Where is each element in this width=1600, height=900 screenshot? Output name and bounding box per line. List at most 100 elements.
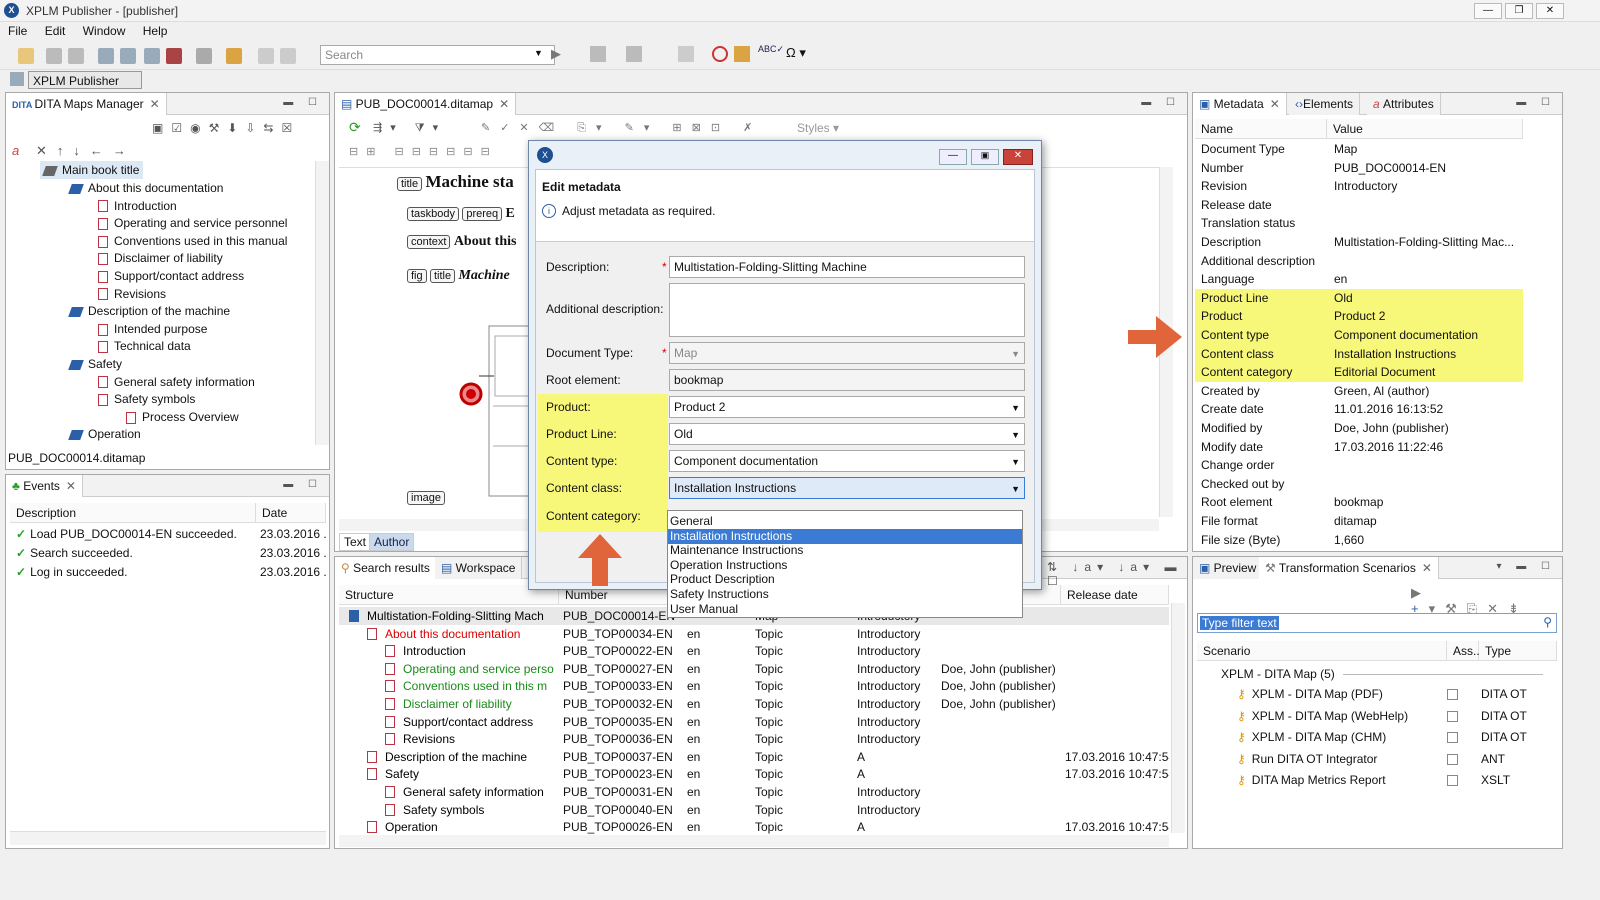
tree-chapter[interactable]: Description of the machine xyxy=(68,302,230,320)
dropdown-option[interactable]: Maintenance Instructions xyxy=(668,543,1022,558)
metadata-value[interactable]: Introductory xyxy=(1330,177,1522,195)
tab-attributes[interactable]: a Attributes xyxy=(1367,93,1441,115)
menu-file[interactable]: File xyxy=(8,22,27,40)
tools-icon[interactable] xyxy=(226,48,242,64)
tree-topic[interactable]: Disclaimer of liability xyxy=(98,249,223,267)
close-tab-icon[interactable]: ✕ xyxy=(66,479,76,493)
search-dropdown-icon[interactable]: ▼ xyxy=(534,48,543,58)
metadata-value[interactable]: bookmap xyxy=(1330,493,1522,511)
minimize-maximize-icons[interactable]: ▬ ☐ xyxy=(1141,97,1181,108)
search-column-header[interactable]: Structure xyxy=(339,585,559,605)
title-text[interactable]: Machine sta xyxy=(425,172,513,191)
tree-topic[interactable]: Process Overview xyxy=(126,408,239,426)
tree-chapter[interactable]: About this documentation xyxy=(68,179,223,197)
author-mode-tab[interactable]: Author xyxy=(369,533,415,551)
scenario-row[interactable]: ⚷ XPLM - DITA Map (PDF) xyxy=(1237,685,1383,703)
event-row[interactable]: ✓ Search succeeded. xyxy=(12,544,252,562)
scenario-group[interactable]: XPLM - DITA Map (5) xyxy=(1221,665,1335,683)
metadata-value[interactable]: PUB_DOC00014-EN xyxy=(1330,159,1522,177)
tree-topic[interactable]: Intended purpose xyxy=(98,320,207,338)
tab-metadata[interactable]: ▣ Metadata ✕ xyxy=(1193,93,1287,115)
search-column-header[interactable]: Release date xyxy=(1061,585,1169,605)
search-input[interactable]: Search xyxy=(320,45,555,65)
scenario-header-name[interactable]: Scenario xyxy=(1197,641,1447,661)
metadata-value[interactable]: Product 2 xyxy=(1330,307,1522,325)
menu-window[interactable]: Window xyxy=(83,22,126,40)
events-header-description[interactable]: Description xyxy=(10,503,256,523)
open-icon[interactable] xyxy=(98,48,114,64)
search-go-icon[interactable]: ▶ xyxy=(551,46,561,62)
product-line-select[interactable]: Old xyxy=(669,423,1025,445)
metadata-header-name[interactable]: Name xyxy=(1195,119,1327,139)
scenario-associated-checkbox[interactable] xyxy=(1447,689,1458,700)
scenario-associated-checkbox[interactable] xyxy=(1447,710,1458,722)
metadata-value[interactable]: Component documentation xyxy=(1330,326,1522,344)
close-tab-icon[interactable]: ✕ xyxy=(499,97,509,111)
scenario-filter-field[interactable]: Type filter text ⚲ xyxy=(1197,613,1557,633)
dialog-close-button[interactable]: ✕ xyxy=(1003,149,1033,165)
close-tab-icon[interactable]: ✕ xyxy=(150,97,160,111)
metadata-value[interactable]: 1,660 xyxy=(1330,531,1522,549)
taskbody-tag[interactable]: taskbody xyxy=(407,207,460,221)
close-tab-icon[interactable]: ✕ xyxy=(1422,561,1432,575)
tree-topic[interactable]: Operating and service personnel xyxy=(98,214,287,232)
maps-toolbar[interactable]: ▣☑◉⚒⬇⇩⇆☒ xyxy=(152,121,300,135)
dropdown-option[interactable]: User Manual xyxy=(668,602,1022,617)
additional-description-field[interactable] xyxy=(669,283,1025,337)
scenario-associated-checkbox[interactable] xyxy=(1447,732,1458,744)
undo-icon[interactable] xyxy=(258,48,274,64)
tree-chapter[interactable]: Operation xyxy=(68,425,141,443)
metadata-value[interactable] xyxy=(1330,456,1522,474)
machine-image[interactable] xyxy=(449,316,539,506)
image-tag[interactable]: image xyxy=(407,491,445,505)
content-class-select[interactable]: Installation Instructions xyxy=(669,477,1025,499)
tab-preview[interactable]: ▣ Preview xyxy=(1193,557,1264,579)
tree-chapter[interactable]: Safety xyxy=(68,355,122,373)
minimize-maximize-icons[interactable]: ▬ ☐ xyxy=(283,97,323,108)
dropdown-option[interactable]: Installation Instructions xyxy=(668,528,1022,544)
settings-icon[interactable] xyxy=(734,46,750,62)
minimize-maximize-icons[interactable]: ▬ ☐ xyxy=(1516,97,1556,108)
metadata-value[interactable]: Editorial Document xyxy=(1330,363,1522,381)
tree-topic[interactable]: Support/contact address xyxy=(98,267,244,285)
metadata-value[interactable] xyxy=(1330,475,1522,493)
edit-icon[interactable] xyxy=(196,48,212,64)
back-icon[interactable] xyxy=(678,46,694,62)
scenario-row[interactable]: ⚷ DITA Map Metrics Report xyxy=(1237,771,1386,789)
metadata-value[interactable]: Old xyxy=(1330,289,1522,307)
minimize-button[interactable]: — xyxy=(1474,3,1502,19)
tab-ditamap-editor[interactable]: ▤ PUB_DOC00014.ditamap ✕ xyxy=(335,93,517,115)
import-icon[interactable] xyxy=(144,48,160,64)
dropdown-option[interactable]: General xyxy=(668,514,1022,529)
scenario-header-type[interactable]: Type xyxy=(1479,641,1557,661)
metadata-value[interactable]: Installation Instructions xyxy=(1330,345,1522,363)
tree-topic[interactable]: Safety symbols xyxy=(98,390,195,408)
scenario-row[interactable]: ⚷ XPLM - DITA Map (CHM) xyxy=(1237,728,1386,746)
spellcheck-icon[interactable]: ABC✓ xyxy=(758,44,784,55)
dropdown-option[interactable]: Safety Instructions xyxy=(668,587,1022,602)
fig-title-tag[interactable]: title xyxy=(429,269,456,283)
events-header-date[interactable]: Date xyxy=(256,503,326,523)
text-mode-tab[interactable]: Text xyxy=(339,533,372,551)
save-icon[interactable] xyxy=(46,48,62,64)
metadata-value[interactable]: Doe, John (publisher) xyxy=(1330,419,1522,437)
tab-events[interactable]: ♣ Events ✕ xyxy=(6,475,83,497)
tab-workspace[interactable]: ▤ Workspace xyxy=(435,557,523,579)
metadata-value[interactable]: Multistation-Folding-Slitting Mac... xyxy=(1330,233,1522,251)
fig-tag[interactable]: fig xyxy=(407,269,427,283)
search-hscrollbar[interactable] xyxy=(339,835,1169,847)
tab-search-results[interactable]: ⚲ Search results xyxy=(335,557,437,579)
refresh-icon[interactable]: ⟳ xyxy=(349,119,361,136)
minimize-maximize-icons[interactable]: ▾ ▬ ☐ xyxy=(1496,561,1556,572)
menu-edit[interactable]: Edit xyxy=(45,22,66,40)
tree-root[interactable]: Main book title xyxy=(40,161,144,179)
content-class-dropdown-list[interactable]: General Installation Instructions Maintena… xyxy=(667,510,1023,618)
tab-transformation-scenarios[interactable]: ⚒ Transformation Scenarios ✕ xyxy=(1259,557,1439,579)
dialog-minimize-button[interactable]: — xyxy=(939,149,967,165)
description-field[interactable]: Multistation-Folding-Slitting Machine xyxy=(669,256,1025,278)
metadata-value[interactable]: en xyxy=(1330,270,1522,288)
metadata-value[interactable]: Map xyxy=(1330,140,1522,158)
omega-icon[interactable]: Ω ▾ xyxy=(786,45,806,61)
editor-toolbar-2[interactable]: ✎✓✕⌫ ⎘▾ ✎▾ ⊞⊠⊡ ✗ xyxy=(481,121,762,135)
title-tag[interactable]: title xyxy=(397,177,423,191)
